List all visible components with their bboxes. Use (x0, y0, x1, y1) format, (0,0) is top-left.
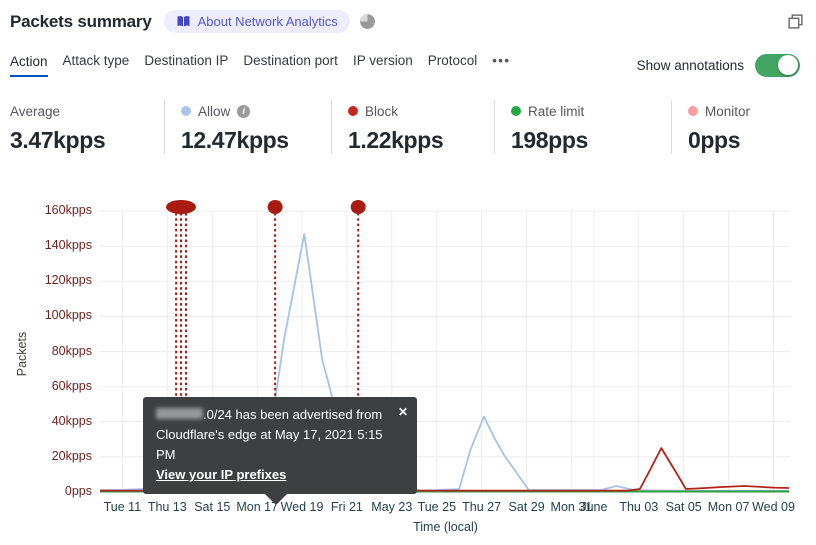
show-annotations-toggle[interactable] (755, 53, 800, 77)
stat-value: 12.47kpps (181, 127, 289, 153)
stat-value: 198pps (511, 127, 588, 153)
stat-value: 1.22kpps (348, 127, 444, 153)
y-tick-label: 20kpps (51, 448, 92, 463)
stat-label: Block (365, 103, 399, 119)
y-tick-label: 140kpps (44, 238, 92, 253)
stat-value: 0pps (688, 127, 741, 153)
show-annotations-control: Show annotations (636, 53, 800, 77)
stat-block: Block 1.22kpps (331, 100, 494, 154)
y-tick-label: 40kpps (51, 413, 92, 428)
dimension-tabs: Action Attack type Destination IP Destinati… (10, 50, 800, 80)
y-tick-label: 60kpps (51, 378, 92, 393)
tab-action[interactable]: Action (10, 54, 48, 77)
tab-ip-version[interactable]: IP version (353, 53, 413, 77)
tooltip-line2: Cloudflare's edge at May 17, 2021 5:15 P… (156, 427, 383, 462)
header: Packets summary About Network Analytics (10, 10, 804, 33)
x-axis-title: Time (local) (413, 520, 478, 534)
x-tick-label: Wed 09 (752, 500, 795, 514)
legend-dot (348, 106, 358, 116)
legend-dot (511, 106, 521, 116)
stat-rate-limit: Rate limit 198pps (494, 100, 671, 154)
tooltip-line1: .0/24 has been advertised from (203, 407, 383, 422)
annotation-dot[interactable] (350, 200, 366, 214)
stat-label: Allow (198, 103, 231, 119)
tooltip-caret (265, 494, 287, 505)
y-tick-label: 120kpps (44, 273, 92, 288)
stat-label: Average (10, 103, 61, 119)
view-ip-prefixes-link[interactable]: View your IP prefixes (156, 465, 286, 485)
legend-dot (181, 106, 191, 116)
info-icon[interactable]: i (237, 104, 251, 118)
redacted-ip-prefix (156, 408, 203, 419)
show-annotations-label: Show annotations (636, 57, 744, 73)
stat-allow: Allow i 12.47kpps (164, 100, 331, 154)
toggle-knob (778, 55, 798, 75)
book-icon (176, 15, 191, 28)
tab-destination-port[interactable]: Destination port (243, 53, 338, 77)
annotation-dot[interactable] (267, 200, 283, 214)
stat-monitor: Monitor 0pps (671, 100, 811, 154)
about-badge-label: About Network Analytics (197, 14, 338, 29)
tab-more-menu[interactable]: ••• (492, 53, 510, 77)
stat-average: Average 3.47kpps (10, 100, 164, 154)
y-tick-label: 100kpps (44, 308, 92, 323)
pie-chart-icon (359, 13, 376, 30)
stat-value: 3.47kpps (10, 127, 106, 153)
network-analytics-panel: Packets summary About Network Analytics (0, 0, 816, 545)
legend-dot (688, 106, 698, 116)
stat-label: Monitor (705, 103, 751, 119)
stat-label: Rate limit (528, 103, 585, 119)
close-icon[interactable]: ✕ (398, 402, 408, 422)
summary-stats-row: Average 3.47kpps Allow i 12.47kpps Block 1.22k… (10, 100, 811, 154)
annotation-tooltip: ✕ .0/24 has been advertised from Cloudfl… (143, 397, 417, 505)
page-title: Packets summary (10, 11, 152, 31)
annotation-dot[interactable] (166, 200, 196, 214)
y-tick-label: 160kpps (44, 203, 92, 218)
about-network-analytics-link[interactable]: About Network Analytics (163, 10, 350, 33)
tab-destination-ip[interactable]: Destination IP (144, 53, 228, 77)
y-tick-label: 0pps (64, 484, 92, 498)
tab-attack-type[interactable]: Attack type (63, 53, 130, 77)
y-tick-label: 80kpps (51, 343, 92, 358)
restore-window-icon[interactable] (787, 13, 804, 30)
tab-protocol[interactable]: Protocol (428, 53, 478, 77)
